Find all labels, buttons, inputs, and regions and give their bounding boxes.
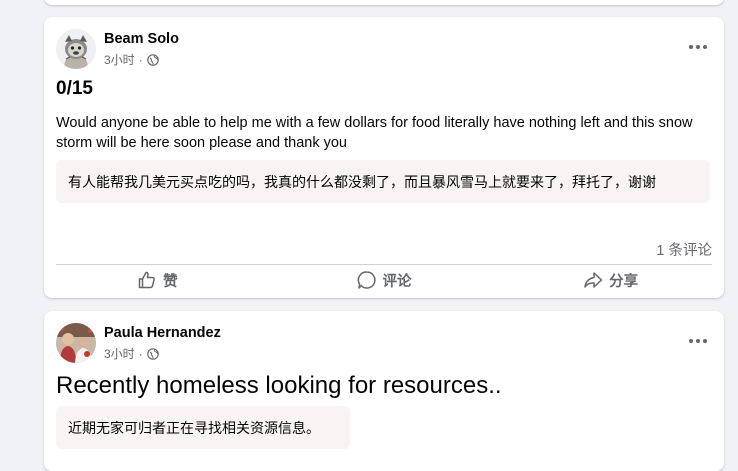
share-label: 分享 xyxy=(609,273,639,290)
comment-bubble-icon xyxy=(357,271,376,289)
meta-separator: · xyxy=(138,52,143,67)
avatar-image xyxy=(56,29,96,69)
author-name[interactable]: Paula Hernandez xyxy=(104,325,221,341)
avatar[interactable] xyxy=(56,29,96,69)
avatar[interactable] xyxy=(56,323,96,363)
post-card: Paula Hernandez 3小时 · Recently homeless … xyxy=(44,311,724,471)
translation-text: 有人能帮我几美元买点吃的吗，我真的什么都没剩了，而且暴风雪马上就要来了，拜托了，… xyxy=(68,173,656,190)
post-actions: 赞 评论 分享 xyxy=(44,267,724,293)
divider xyxy=(56,264,712,265)
avatar-image xyxy=(56,323,96,363)
comment-label: 评论 xyxy=(382,273,412,290)
translation-box: 有人能帮我几美元买点吃的吗，我真的什么都没剩了，而且暴风雪马上就要来了，拜托了，… xyxy=(56,160,710,203)
post-time[interactable]: 3小时 xyxy=(104,51,135,68)
share-arrow-icon xyxy=(584,272,603,288)
translation-box: 近期无家可归者正在寻找相关资源信息。 xyxy=(56,406,350,449)
post-meta: 3小时 · xyxy=(104,345,159,362)
share-button[interactable]: 分享 xyxy=(497,267,724,293)
globe-icon xyxy=(146,347,159,360)
like-button[interactable]: 赞 xyxy=(44,267,271,293)
post-title: 0/15 xyxy=(56,78,93,99)
previous-post-card xyxy=(44,0,724,5)
more-options-icon[interactable] xyxy=(686,37,710,57)
author-name[interactable]: Beam Solo xyxy=(104,31,179,47)
globe-icon xyxy=(146,53,159,66)
post-card: Beam Solo 3小时 · 0/15 Would anyone be abl… xyxy=(44,17,724,298)
meta-separator: · xyxy=(138,346,143,361)
comment-count[interactable]: 1 条评论 xyxy=(656,239,712,260)
post-time[interactable]: 3小时 xyxy=(104,345,135,362)
post-body: Would anyone be able to help me with a f… xyxy=(56,115,693,151)
like-label: 赞 xyxy=(163,273,178,290)
translation-text: 近期无家可归者正在寻找相关资源信息。 xyxy=(68,419,320,436)
more-options-icon[interactable] xyxy=(686,331,710,351)
post-meta: 3小时 · xyxy=(104,51,159,68)
comment-button[interactable]: 评论 xyxy=(271,267,498,293)
scrollbar[interactable] xyxy=(729,0,738,456)
post-title: Recently homeless looking for resources.… xyxy=(56,372,502,399)
thumbs-up-icon xyxy=(138,271,155,289)
